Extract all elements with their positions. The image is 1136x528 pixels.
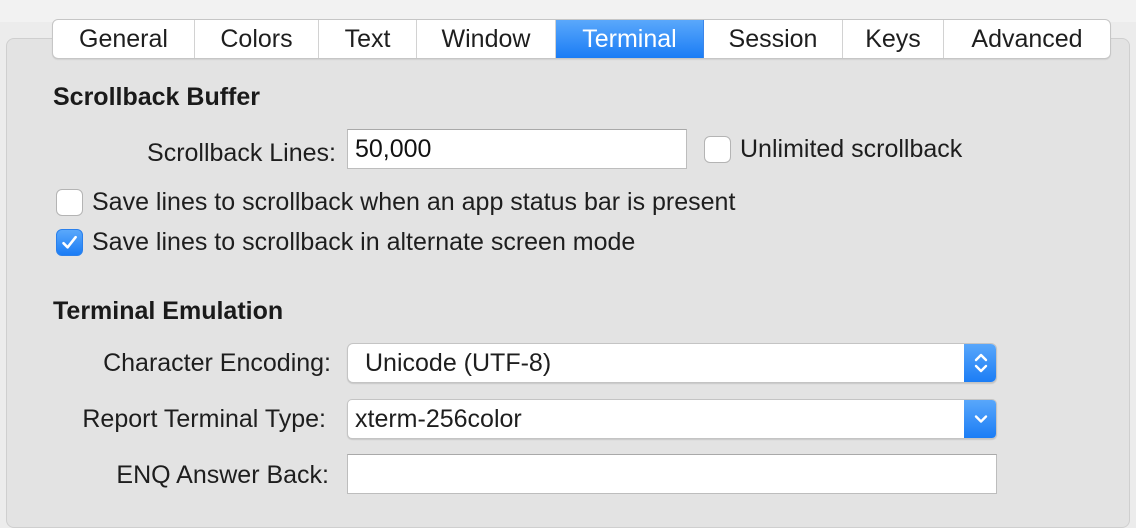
tab-window[interactable]: Window — [417, 20, 556, 58]
report-terminal-type-label: Report Terminal Type: — [82, 405, 326, 433]
chevron-down-icon[interactable] — [964, 400, 996, 438]
alternate-screen-scrollback-checkbox-box[interactable] — [56, 229, 83, 256]
character-encoding-popup[interactable]: Unicode (UTF-8) — [347, 343, 997, 383]
status-bar-scrollback-checkbox[interactable]: Save lines to scrollback when an app sta… — [56, 188, 735, 217]
updown-chevron-icon[interactable] — [964, 344, 996, 382]
tab-terminal[interactable]: Terminal — [556, 20, 704, 58]
tab-colors[interactable]: Colors — [195, 20, 319, 58]
tab-keys[interactable]: Keys — [843, 20, 944, 58]
scrollback-buffer-heading: Scrollback Buffer — [53, 83, 261, 111]
report-terminal-type-combobox[interactable]: xterm-256color — [347, 399, 997, 439]
enq-answer-back-label: ENQ Answer Back: — [116, 461, 329, 489]
terminal-emulation-heading: Terminal Emulation — [53, 297, 284, 325]
tab-advanced[interactable]: Advanced — [944, 20, 1110, 58]
status-bar-scrollback-checkbox-box[interactable] — [56, 189, 83, 216]
profile-tab-bar: General Colors Text Window Terminal Sess… — [52, 19, 1111, 59]
checkmark-icon — [62, 235, 77, 249]
tab-text[interactable]: Text — [319, 20, 417, 58]
alternate-screen-scrollback-checkbox[interactable]: Save lines to scrollback in alternate sc… — [56, 228, 635, 257]
scrollback-lines-field[interactable]: 50,000 — [347, 129, 687, 169]
character-encoding-value: Unicode (UTF-8) — [365, 349, 552, 377]
status-bar-scrollback-label: Save lines to scrollback when an app sta… — [92, 188, 736, 216]
tab-session[interactable]: Session — [704, 20, 843, 58]
unlimited-scrollback-checkbox-box[interactable] — [704, 136, 731, 163]
enq-answer-back-field[interactable] — [347, 454, 997, 494]
alternate-screen-scrollback-label: Save lines to scrollback in alternate sc… — [92, 228, 636, 256]
scrollback-lines-label: Scrollback Lines: — [147, 139, 336, 167]
unlimited-scrollback-label: Unlimited scrollback — [740, 135, 963, 163]
tab-general[interactable]: General — [53, 20, 195, 58]
character-encoding-label: Character Encoding: — [103, 349, 331, 377]
preferences-window: General Colors Text Window Terminal Sess… — [0, 0, 1136, 528]
report-terminal-type-value[interactable]: xterm-256color — [355, 405, 522, 433]
unlimited-scrollback-checkbox[interactable]: Unlimited scrollback — [704, 135, 962, 164]
